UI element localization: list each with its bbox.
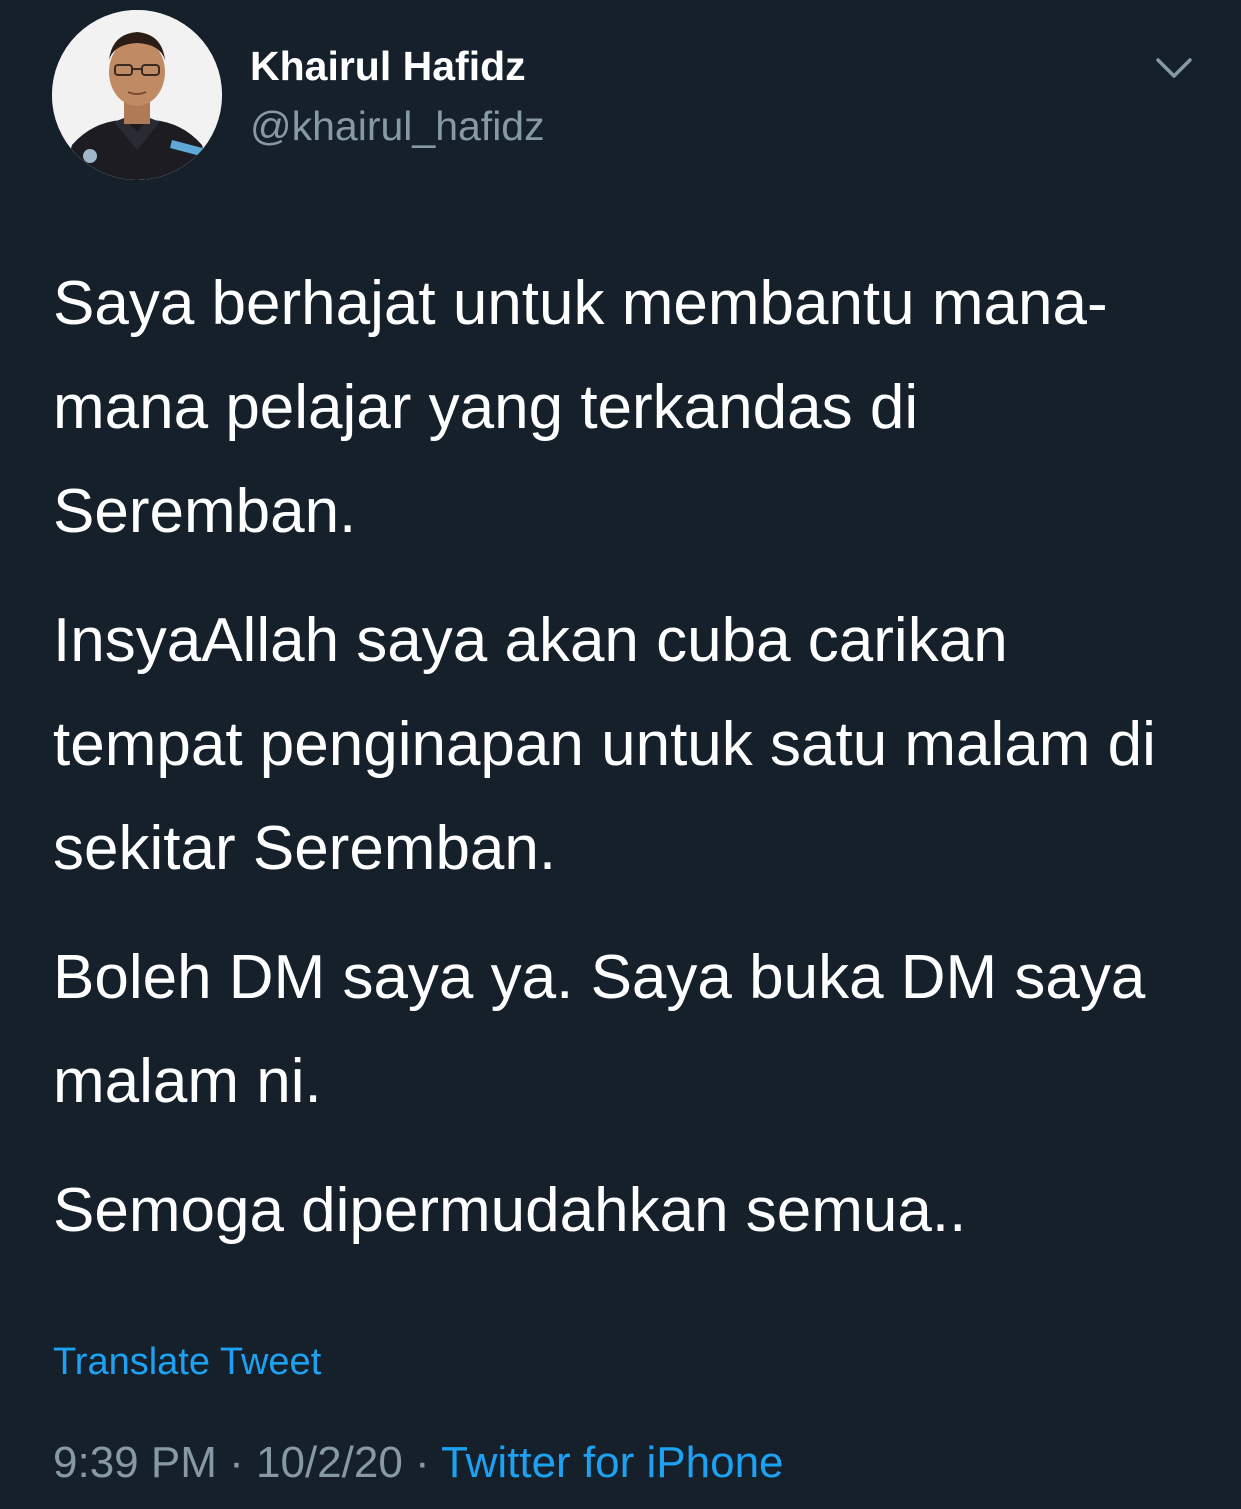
tweet-metadata: 9:39 PM · 10/2/20 · Twitter for iPhone (53, 1435, 784, 1491)
tweet-paragraph: Boleh DM saya ya. Saya buka DM saya mala… (53, 943, 1146, 1116)
author-name[interactable]: Khairul Hafidz (250, 40, 526, 92)
translate-tweet-link[interactable]: Translate Tweet (53, 1338, 321, 1386)
chevron-down-icon[interactable] (1150, 48, 1198, 88)
author-handle[interactable]: @khairul_hafidz (250, 100, 545, 152)
tweet-date[interactable]: 10/2/20 (256, 1438, 403, 1487)
meta-separator: · (415, 1438, 430, 1487)
tweet-card: Khairul Hafidz @khairul_hafidz Saya berh… (0, 0, 1241, 1509)
tweet-text: Saya berhajat untuk membantu mana-mana p… (53, 252, 1203, 1288)
avatar-image (52, 10, 222, 180)
avatar[interactable] (52, 10, 222, 180)
tweet-paragraph: Saya berhajat untuk membantu mana-mana p… (53, 269, 1108, 546)
tweet-time[interactable]: 9:39 PM (53, 1438, 217, 1487)
meta-separator: · (229, 1438, 244, 1487)
tweet-source-link[interactable]: Twitter for iPhone (441, 1438, 783, 1487)
tweet-paragraph: Semoga dipermudahkan semua.. (53, 1176, 967, 1245)
tweet-paragraph: InsyaAllah saya akan cuba carikan tempat… (53, 606, 1156, 883)
